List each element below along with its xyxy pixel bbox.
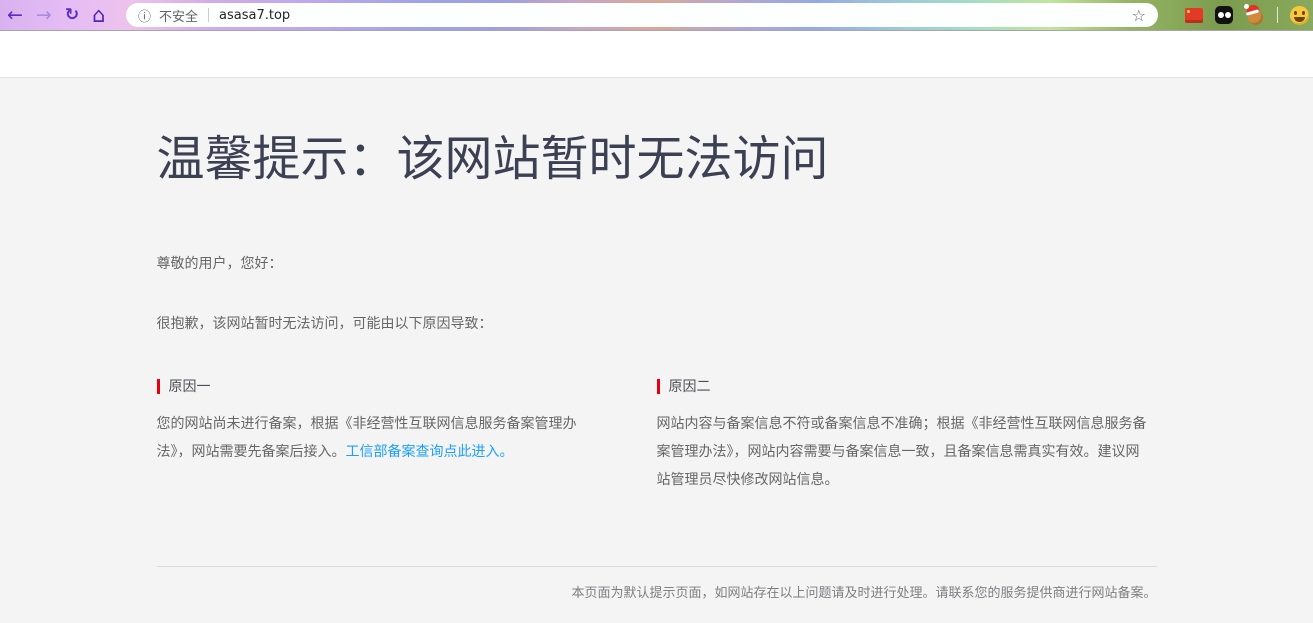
nav-buttons: ← → ↻ ⌂ xyxy=(7,0,105,30)
intro-text: 很抱歉，该网站暂时无法访问，可能由以下原因导致： xyxy=(156,316,493,332)
reason-one-label: 原因一 xyxy=(168,379,211,395)
url-text[interactable]: asasa7.top xyxy=(219,8,290,23)
reason-one-title: 原因一 xyxy=(156,376,657,396)
smiley-face-icon[interactable] xyxy=(1290,5,1309,25)
content-container: 温馨提示：该网站暂时无法访问 尊敬的用户，您好： 很抱歉，该网站暂时无法访问，可… xyxy=(156,130,1157,604)
footer-section: 本页面为默认提示页面，如网站存在以上问题请及时进行处理。请联系您的服务提供商进行… xyxy=(156,566,1157,604)
extensions-area xyxy=(1185,0,1309,30)
reason-two-section: 原因二 网站内容与备案信息不符或备案信息不准确；根据《非经营性互联网信息服务备案… xyxy=(656,376,1157,494)
reason-two-text: 网站内容与备案信息不符或备案信息不准确；根据《非经营性互联网信息服务备案管理办法… xyxy=(656,416,1147,488)
santa-emoji-icon[interactable] xyxy=(1244,3,1265,25)
reason-two-title: 原因二 xyxy=(656,376,1157,396)
miit-record-query-link[interactable]: 工信部备案查询点此进入。 xyxy=(346,444,514,460)
browser-toolbar: ← → ↻ ⌂ ⓘ 不安全 asasa7.top ☆ xyxy=(0,0,1313,31)
reason-one-section: 原因一 您的网站尚未进行备案，根据《非经营性互联网信息服务备案管理办法》，网站需… xyxy=(156,376,657,494)
reason-two-label: 原因二 xyxy=(668,379,711,395)
address-separator xyxy=(208,8,210,22)
reload-button[interactable]: ↻ xyxy=(65,0,79,30)
reasons-row: 原因一 您的网站尚未进行备案，根据《非经营性互联网信息服务备案管理办法》，网站需… xyxy=(156,376,1157,494)
not-secure-label[interactable]: 不安全 xyxy=(159,6,198,25)
browser-window: ← → ↻ ⌂ ⓘ 不安全 asasa7.top ☆ 温馨提示：该网站暂时无法访… xyxy=(0,0,1313,623)
greeting-text: 尊敬的用户，您好： xyxy=(156,256,283,272)
address-bar[interactable]: ⓘ 不安全 asasa7.top ☆ xyxy=(126,3,1158,27)
back-button[interactable]: ← xyxy=(7,0,23,30)
reason-marker xyxy=(656,378,660,394)
extensions-separator xyxy=(1277,7,1278,23)
reason-one-text: 您的网站尚未进行备案，根据《非经营性互联网信息服务备案管理办法》，网站需要先备案… xyxy=(157,410,595,466)
page-body: 温馨提示：该网站暂时无法访问 尊敬的用户，您好： 很抱歉，该网站暂时无法访问，可… xyxy=(0,77,1313,623)
home-button[interactable]: ⌂ xyxy=(92,0,105,30)
page-header-band xyxy=(0,31,1313,77)
dark-box-eyes-icon[interactable] xyxy=(1215,6,1233,24)
bookmark-star-icon[interactable]: ☆ xyxy=(1132,6,1146,25)
page-title: 温馨提示：该网站暂时无法访问 xyxy=(156,131,829,187)
china-flag-icon[interactable] xyxy=(1185,7,1203,23)
forward-button[interactable]: → xyxy=(36,0,52,30)
footer-note: 本页面为默认提示页面，如网站存在以上问题请及时进行处理。请联系您的服务提供商进行… xyxy=(571,586,1157,601)
reason-marker xyxy=(156,378,160,394)
page-info-icon[interactable]: ⓘ xyxy=(138,6,151,25)
